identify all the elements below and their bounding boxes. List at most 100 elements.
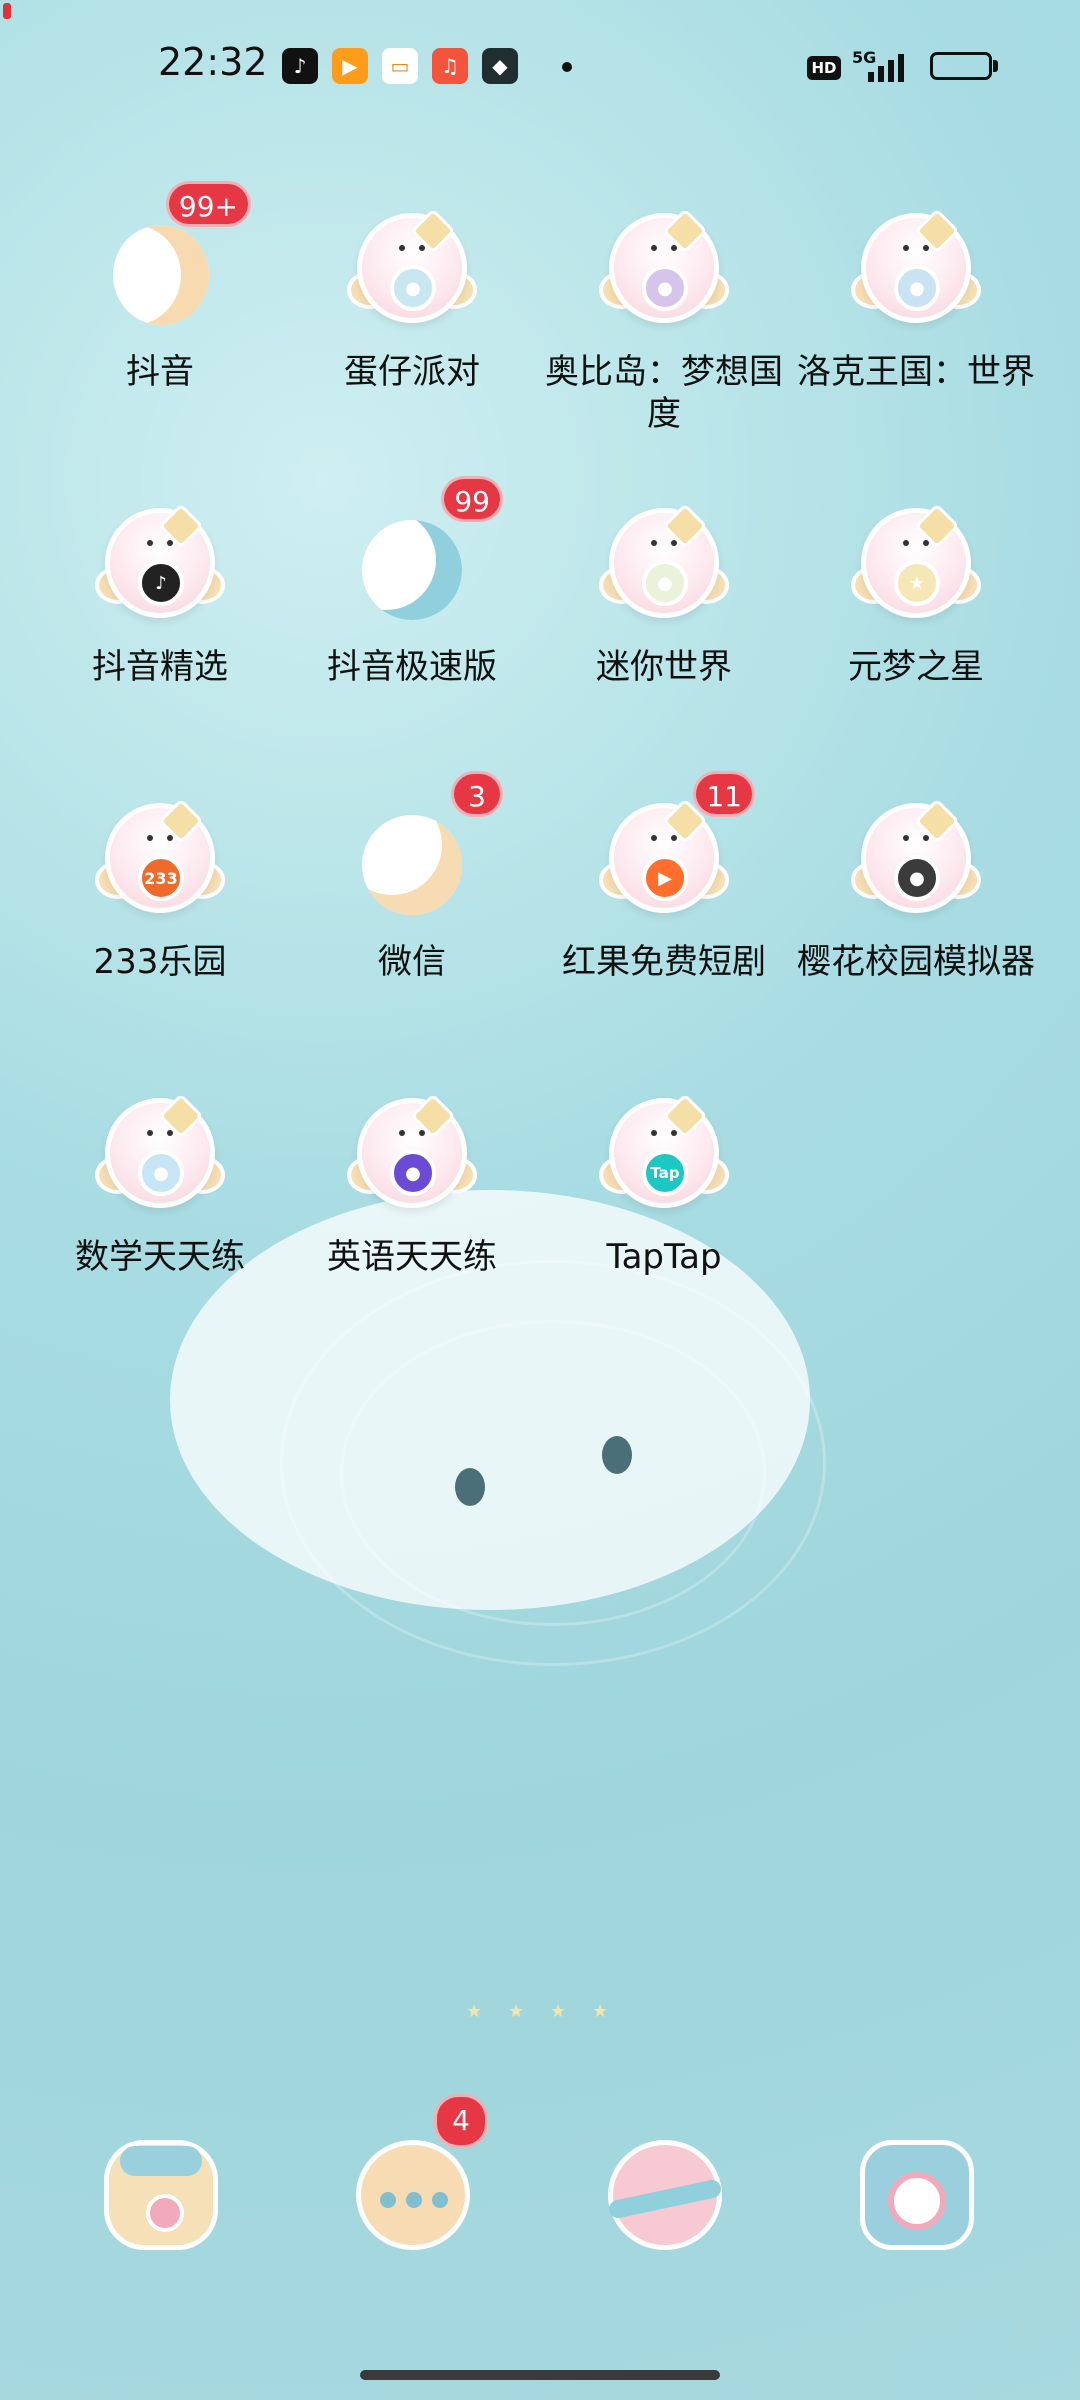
chat-bubble-icon <box>362 815 462 915</box>
app-icon[interactable]: ● 洛克王国：世界 <box>790 205 1042 393</box>
app-icon-graphic: 99 <box>347 476 503 630</box>
face-icon <box>901 245 931 255</box>
app-icon[interactable]: ● 迷你世界 <box>538 500 790 688</box>
hd-icon: HD <box>807 56 841 80</box>
dock-phone-icon[interactable] <box>96 2132 226 2262</box>
app-icon-graphic: ● <box>347 205 477 335</box>
status-bar: 22:32 ♪ ▶ ▭ ♫ ◆ HD 5G <box>0 0 1080 130</box>
battery-level <box>3 3 11 19</box>
app-icon[interactable]: ● 蛋仔派对 <box>286 205 538 393</box>
app-label: 数学天天练 <box>75 1237 245 1277</box>
app-label: 蛋仔派对 <box>344 352 480 392</box>
fish-icon <box>362 520 462 620</box>
wallpaper-mascot-eye <box>455 1468 485 1506</box>
app-icon[interactable]: ● 樱花校园模拟器 <box>790 795 1042 983</box>
app-label: TapTap <box>606 1237 722 1277</box>
face-icon <box>901 540 931 550</box>
app-label: 抖音 <box>126 352 194 392</box>
signal-icon <box>868 54 904 82</box>
app-icon-graphic: ● <box>347 1090 477 1220</box>
inner-app-logo: ★ <box>894 560 940 606</box>
app-label: 迷你世界 <box>596 647 732 687</box>
app-label: 233乐园 <box>93 942 227 982</box>
video-notif-icon: ▶ <box>332 48 368 84</box>
app-icon-graphic: 233 <box>95 795 225 925</box>
dock-browser-icon[interactable] <box>600 2132 730 2262</box>
app-label: 元梦之星 <box>848 647 984 687</box>
app-icon[interactable]: 99 抖音极速版 <box>286 476 538 688</box>
music-notif-icon: ♫ <box>432 48 468 84</box>
clock: 22:32 <box>158 40 268 84</box>
app-icon-graphic: Tap <box>599 1090 729 1220</box>
app-icon-graphic: ● <box>95 1090 225 1220</box>
face-icon <box>145 1130 175 1140</box>
face-icon <box>649 1130 679 1140</box>
app-icon[interactable]: ★ 元梦之星 <box>790 500 1042 688</box>
face-icon <box>901 835 931 845</box>
app-icon[interactable]: ♪ 抖音精选 <box>34 500 286 688</box>
app-icon[interactable]: 233 233乐园 <box>34 795 286 983</box>
face-icon <box>649 540 679 550</box>
face-icon <box>397 1130 427 1140</box>
app-label: 微信 <box>378 942 446 982</box>
inner-app-logo: ♪ <box>138 560 184 606</box>
battery-icon <box>930 52 992 80</box>
app-icon-graphic: ● <box>599 205 729 335</box>
home-indicator[interactable] <box>360 2370 720 2380</box>
app-label: 樱花校园模拟器 <box>797 942 1035 982</box>
notification-badge: 11 <box>693 771 755 817</box>
app-label: 英语天天练 <box>327 1237 497 1277</box>
inner-app-logo: Tap <box>642 1150 688 1196</box>
app-icon[interactable]: 3 微信 <box>286 771 538 983</box>
inner-app-logo: ● <box>894 265 940 311</box>
app-icon[interactable]: ● 奥比岛：梦想国度 <box>538 205 790 435</box>
app-icon-graphic: ★ <box>851 500 981 630</box>
douyin-notif-icon: ♪ <box>282 48 318 84</box>
wallet-notif-icon: ▭ <box>382 48 418 84</box>
wallpaper-mascot-eye <box>602 1436 632 1474</box>
app-icon-graphic: ● <box>851 795 981 925</box>
app-icon-graphic: 3 <box>347 771 503 925</box>
face-icon <box>145 540 175 550</box>
app-icon[interactable]: Tap TapTap <box>538 1090 790 1278</box>
app-label: 抖音精选 <box>92 647 228 687</box>
app-label: 洛克王国：世界 <box>797 352 1035 392</box>
moon-icon <box>113 225 209 325</box>
notification-badge: 99+ <box>165 181 251 227</box>
app-icon-graphic: ▶ 11 <box>599 771 755 925</box>
inner-app-logo: ● <box>138 1150 184 1196</box>
app-icon-graphic: ● <box>599 500 729 630</box>
inner-app-logo: ● <box>390 265 436 311</box>
page-dot[interactable]: ★ <box>508 2003 524 2021</box>
app-label: 抖音极速版 <box>327 647 497 687</box>
page-dot[interactable]: ★ <box>550 2003 566 2021</box>
app-icon-graphic: 99+ <box>95 181 251 335</box>
app-icon-graphic: ♪ <box>95 500 225 630</box>
app-icon[interactable]: ▶ 11 红果免费短剧 <box>538 771 790 983</box>
inner-app-logo: ● <box>642 265 688 311</box>
app-label: 红果免费短剧 <box>562 942 766 982</box>
inner-app-logo: ● <box>642 560 688 606</box>
page-dot[interactable]: ★ <box>466 2003 482 2021</box>
dock-camera-icon[interactable] <box>852 2132 982 2262</box>
game-notif-icon: ◆ <box>482 48 518 84</box>
notification-badge: 3 <box>451 771 503 817</box>
page-dot[interactable]: ★ <box>592 2003 608 2021</box>
inner-app-logo: ● <box>390 1150 436 1196</box>
notification-icons: ♪ ▶ ▭ ♫ ◆ <box>282 48 518 84</box>
app-icon[interactable]: 99+ 抖音 <box>34 181 286 393</box>
battery-cap <box>993 60 998 72</box>
inner-app-logo: ● <box>894 855 940 901</box>
dock-messages-icon[interactable]: 4 <box>348 2094 488 2262</box>
inner-app-logo: 233 <box>138 855 184 901</box>
face-icon <box>145 835 175 845</box>
inner-app-logo: ▶ <box>642 855 688 901</box>
app-icon-graphic: ● <box>851 205 981 335</box>
dock-messages-badge: 4 <box>434 2094 488 2148</box>
face-icon <box>649 245 679 255</box>
app-icon[interactable]: ● 数学天天练 <box>34 1090 286 1278</box>
app-icon[interactable]: ● 英语天天练 <box>286 1090 538 1278</box>
face-icon <box>397 245 427 255</box>
notification-badge: 99 <box>441 476 503 522</box>
page-indicator: ★ ★ ★ ★ <box>466 2003 608 2021</box>
